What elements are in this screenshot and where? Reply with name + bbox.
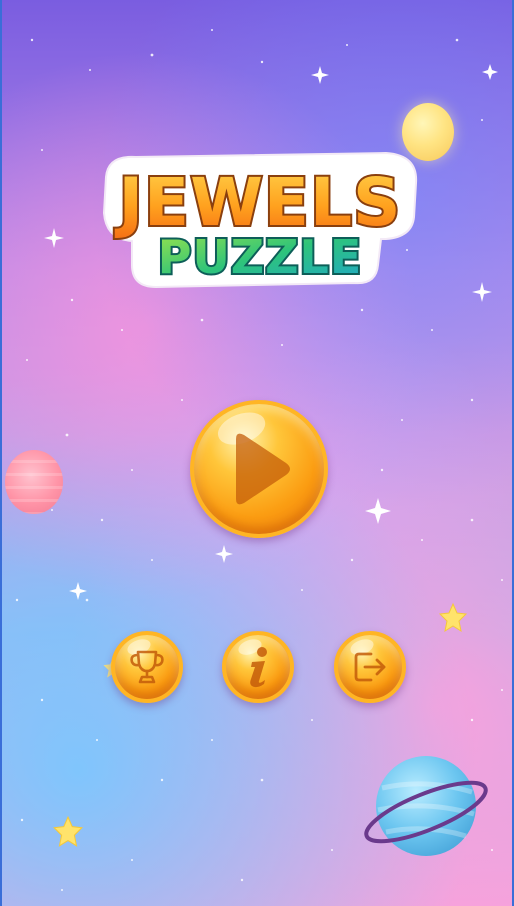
yellow-star — [53, 815, 83, 847]
exit-icon — [354, 652, 386, 682]
play-icon — [236, 433, 290, 505]
pink-planet — [5, 450, 63, 514]
leaderboard-button[interactable] — [111, 631, 183, 703]
yellow-star — [438, 602, 468, 633]
main-menu-screen: JEWELS PUZZLE — [0, 0, 514, 906]
title-line-2: PUZZLE — [158, 230, 363, 284]
info-button[interactable] — [222, 631, 294, 703]
play-button[interactable] — [190, 400, 328, 538]
game-logo: JEWELS PUZZLE — [102, 151, 418, 289]
info-icon — [250, 647, 267, 688]
blue-ringed-planet — [364, 756, 488, 856]
exit-button[interactable] — [334, 631, 406, 703]
trophy-icon — [130, 650, 164, 684]
